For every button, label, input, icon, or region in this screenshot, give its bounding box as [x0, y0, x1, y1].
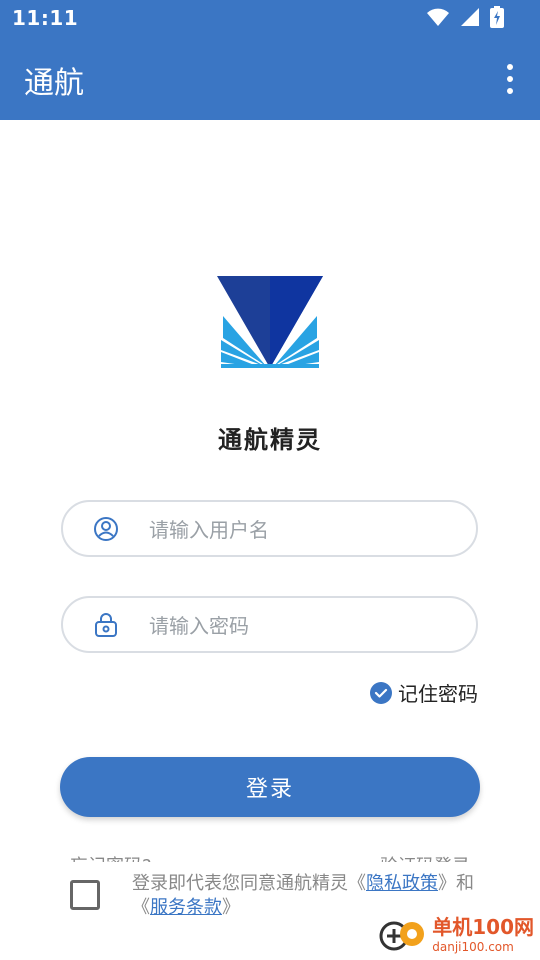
- sms-login-link[interactable]: 验证码登录: [380, 852, 470, 862]
- signal-icon: [461, 8, 479, 26]
- wifi-icon: [427, 8, 449, 26]
- secondary-links: 忘记密码? 验证码登录: [0, 848, 540, 862]
- app-name: 通航精灵: [218, 426, 322, 454]
- agreement-checkbox[interactable]: [70, 880, 100, 910]
- user-icon: [94, 517, 118, 541]
- overflow-menu-icon[interactable]: [500, 64, 520, 94]
- status-bar: 11:11: [0, 0, 540, 36]
- check-circle-icon[interactable]: [370, 681, 392, 704]
- status-time: 11:11: [12, 6, 79, 30]
- forgot-password-link[interactable]: 忘记密码?: [70, 852, 152, 862]
- username-input[interactable]: [147, 512, 461, 548]
- password-input[interactable]: [147, 608, 461, 644]
- agreement-suffix: 》: [222, 897, 240, 918]
- agreement-prefix: 登录即代表您同意通航精灵《: [132, 873, 366, 894]
- username-field[interactable]: [61, 500, 478, 557]
- watermark-name: 单机100网: [432, 914, 534, 939]
- watermark-site: danji100.com: [432, 939, 514, 954]
- lock-icon: [95, 613, 117, 637]
- watermark: 单机100网 danji100.com: [378, 908, 534, 956]
- remember-password-toggle[interactable]: 记住密码: [370, 678, 478, 707]
- login-button[interactable]: 登录: [60, 757, 480, 817]
- app-bar-title: 通航: [24, 66, 84, 101]
- remember-password-label: 记住密码: [398, 682, 478, 706]
- status-icons: [426, 6, 504, 28]
- app-bar: 通航: [0, 36, 540, 120]
- battery-icon: [490, 6, 504, 28]
- agreement-bar: 登录即代表您同意通航精灵《隐私政策》和《服务条款》 单机100网 danji10…: [0, 862, 540, 960]
- terms-link[interactable]: 服务条款: [150, 897, 222, 918]
- watermark-logo-icon: [379, 921, 425, 951]
- app-logo-icon: [217, 276, 323, 368]
- password-field[interactable]: [61, 596, 478, 653]
- privacy-policy-link[interactable]: 隐私政策: [366, 873, 438, 894]
